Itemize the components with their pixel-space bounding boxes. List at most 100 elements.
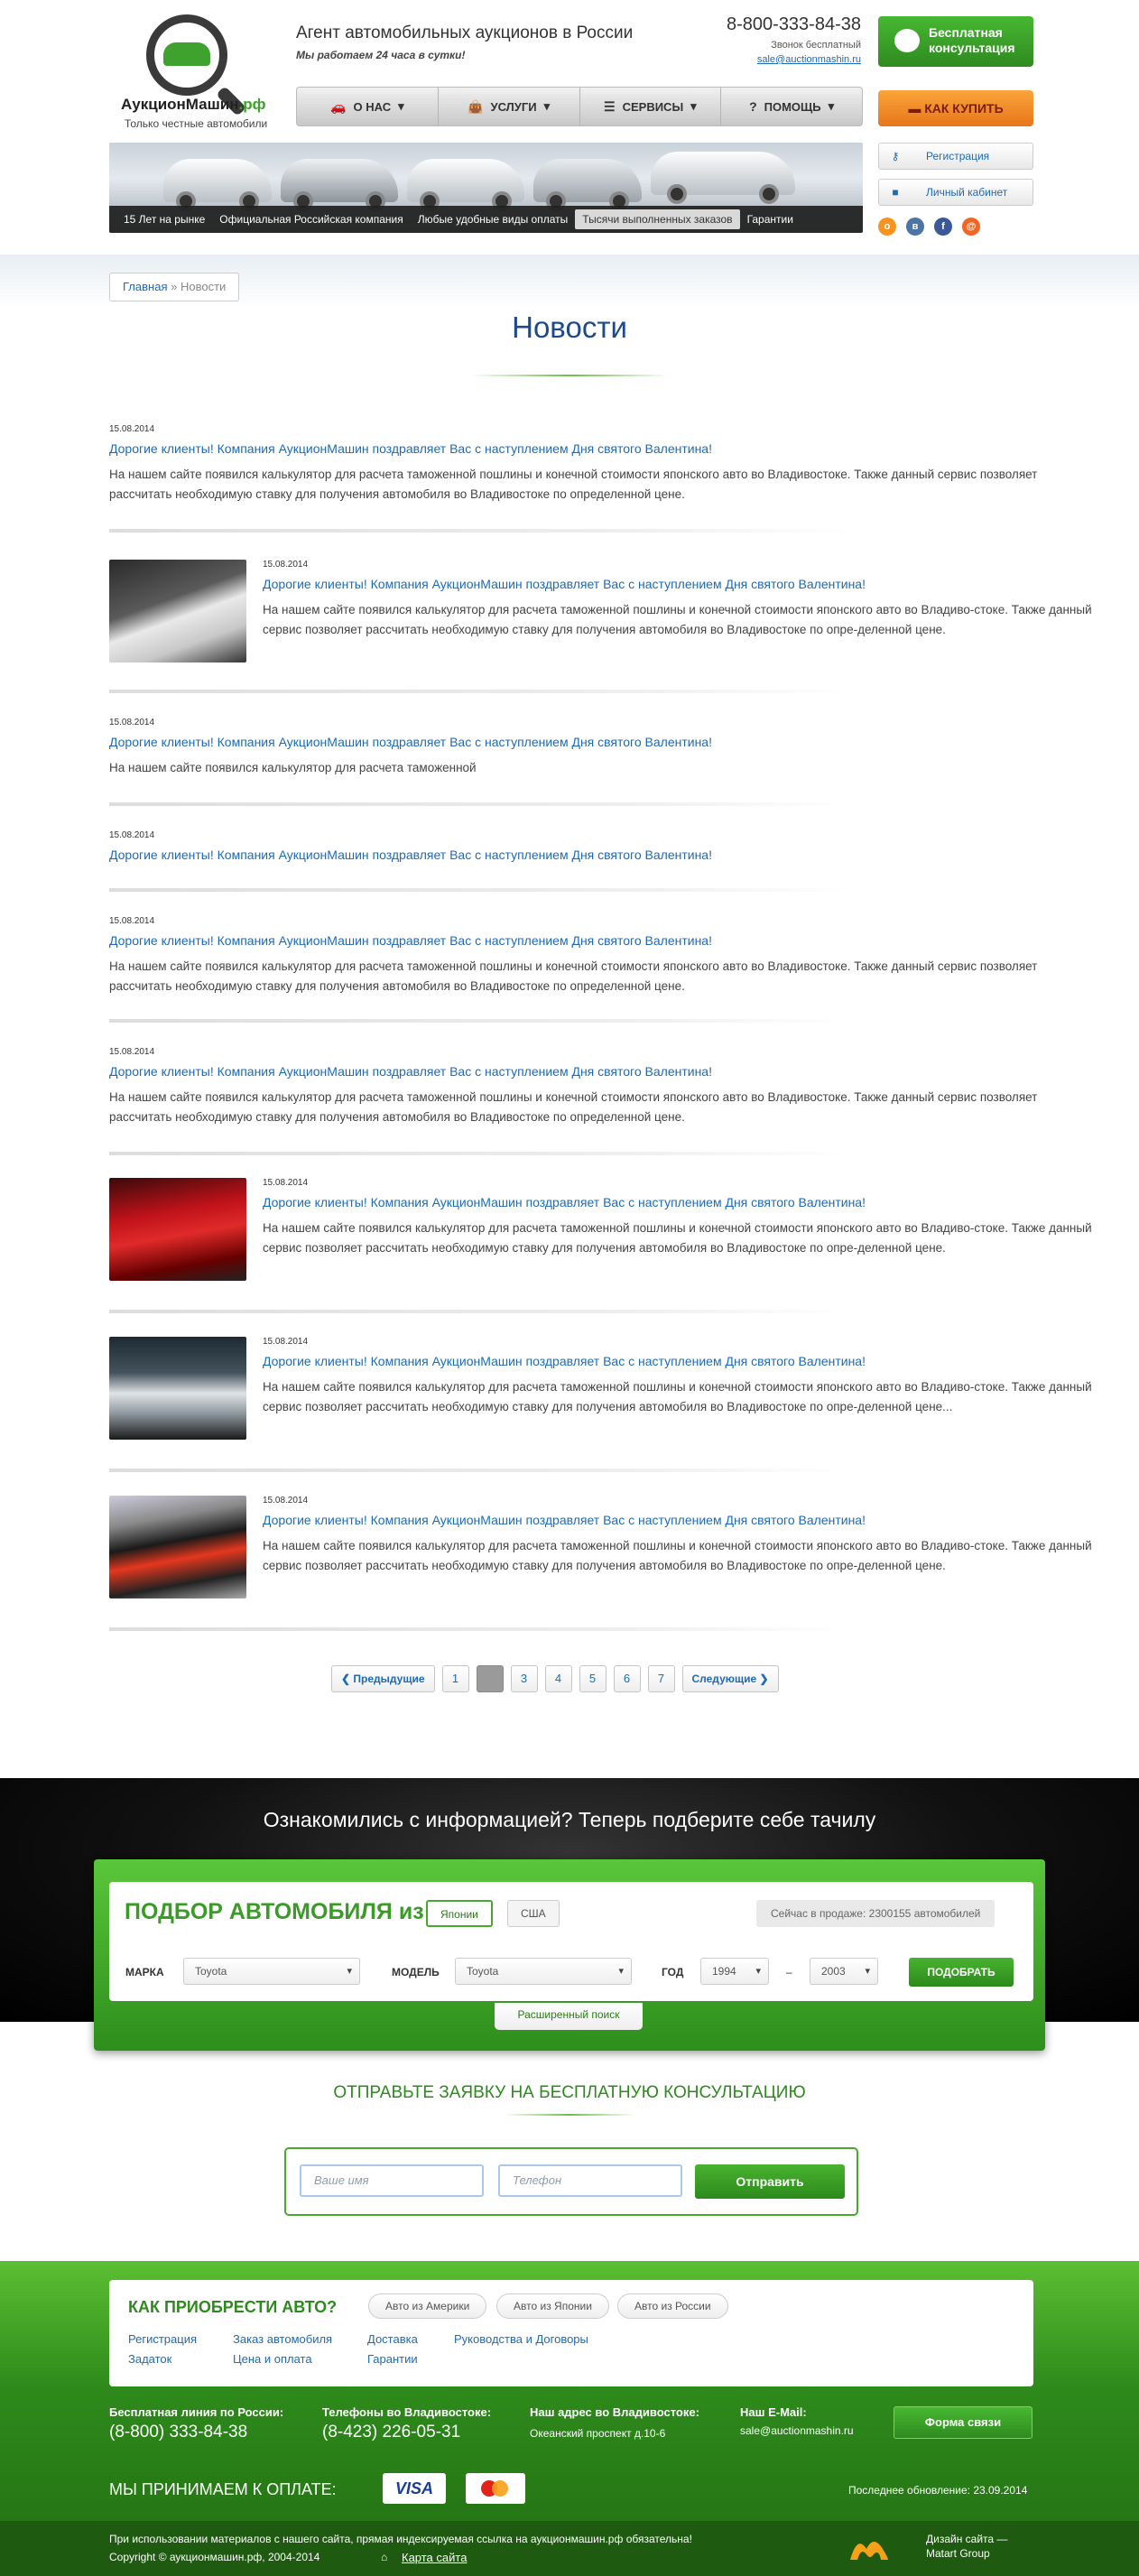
page-link[interactable]: 4: [544, 1665, 572, 1692]
banner-tab[interactable]: Любые удобные виды оплаты: [411, 206, 576, 233]
news-divider: [109, 1627, 849, 1631]
page-link-current[interactable]: 2: [476, 1665, 504, 1692]
header-phone[interactable]: 8-800-333-84-38: [686, 14, 861, 35]
mailru-icon[interactable]: @: [962, 218, 980, 236]
matart-logo-icon[interactable]: [847, 2533, 892, 2563]
russia-cars-button[interactable]: Авто из России: [617, 2293, 728, 2319]
news-divider: [109, 1469, 849, 1472]
news-title-link[interactable]: Дорогие клиенты! Компания АукционМашин п…: [109, 933, 1039, 948]
advanced-search-link[interactable]: Расширенный поиск: [495, 2003, 643, 2030]
banner-tab-active[interactable]: Тысячи выполненных заказов: [575, 209, 740, 229]
vk-icon[interactable]: в: [906, 218, 924, 236]
name-input[interactable]: Ваше имя: [300, 2164, 484, 2197]
register-button[interactable]: ⚷ Регистрация: [878, 143, 1033, 170]
news-thumbnail[interactable]: [109, 560, 246, 663]
footer-link[interactable]: Доставка: [367, 2332, 418, 2346]
footer-link[interactable]: Задаток: [128, 2352, 171, 2366]
news-title-link[interactable]: Дорогие клиенты! Компания АукционМашин п…: [263, 577, 1129, 591]
help-icon: ?: [749, 99, 757, 114]
news-thumbnail[interactable]: [109, 1178, 246, 1281]
banner-tab[interactable]: Гарантии: [740, 206, 801, 233]
send-button[interactable]: Отправить: [695, 2164, 845, 2199]
nav-item-about[interactable]: 🚗 О НАС ▾: [297, 88, 439, 125]
footer-link[interactable]: Гарантии: [367, 2352, 418, 2366]
last-updated: Последнее обновление: 23.09.2014: [848, 2484, 1028, 2497]
make-select[interactable]: Toyota: [183, 1958, 360, 1985]
news-title-link[interactable]: Дорогие клиенты! Компания АукционМашин п…: [263, 1513, 1129, 1527]
free-line-label: Бесплатная линия по России:: [109, 2405, 284, 2419]
year-label: ГОД: [662, 1966, 684, 1978]
header-email-link[interactable]: sale@auctionmashin.ru: [686, 54, 861, 65]
page-link[interactable]: 5: [579, 1665, 607, 1692]
next-page-button[interactable]: Следующие ❯: [681, 1665, 779, 1692]
key-icon: ⚷: [891, 150, 900, 162]
sitemap-link[interactable]: Карта сайта: [402, 2551, 467, 2564]
list-icon: ☰: [604, 98, 616, 114]
breadcrumb-home-link[interactable]: Главная: [123, 280, 167, 293]
nav-item-tools[interactable]: ☰ СЕРВИСЫ ▾: [580, 88, 722, 125]
usa-cars-button[interactable]: Авто из Америки: [368, 2293, 487, 2319]
year-range-dash: –: [786, 1966, 792, 1978]
page-link[interactable]: 7: [647, 1665, 675, 1692]
footer-link[interactable]: Заказ автомобиля: [233, 2332, 332, 2346]
chevron-right-icon: ❯: [756, 1673, 769, 1685]
find-car-button[interactable]: ПОДОБРАТЬ: [909, 1958, 1014, 1987]
cabinet-button[interactable]: ■ Личный кабинет: [878, 179, 1033, 206]
footer-link[interactable]: Цена и оплата: [233, 2352, 312, 2366]
news-divider: [109, 690, 849, 693]
news-title-link[interactable]: Дорогие клиенты! Компания АукционМашин п…: [109, 441, 1039, 456]
banner-car-image: [533, 159, 642, 211]
free-consult-button[interactable]: Бесплатная консультация: [878, 16, 1033, 67]
how-to-buy-button[interactable]: ▬ КАК КУПИТЬ: [878, 90, 1033, 126]
news-thumbnail[interactable]: [109, 1337, 246, 1440]
model-label: МОДЕЛЬ: [392, 1966, 440, 1978]
sitemap-icon: ⌂: [381, 2551, 388, 2563]
logo-car-icon: [163, 42, 210, 66]
banner-car-image: [163, 159, 272, 211]
year-to-select[interactable]: 2003: [810, 1958, 878, 1985]
designer-credit[interactable]: Дизайн сайта — Matart Group: [926, 2532, 1007, 2561]
contact-form-button[interactable]: Форма связи: [894, 2406, 1033, 2439]
news-title-link[interactable]: Дорогие клиенты! Компания АукционМашин п…: [263, 1195, 1129, 1209]
logo-slogan: Только честные автомобили: [125, 117, 268, 130]
footer-email-link[interactable]: sale@auctionmashin.ru: [740, 2424, 854, 2437]
model-select[interactable]: Toyota: [455, 1958, 632, 1985]
footer-link[interactable]: Регистрация: [128, 2332, 197, 2346]
chevron-down-icon: ▾: [543, 99, 551, 113]
country-japan-button[interactable]: Японии: [426, 1900, 493, 1927]
site-tagline: Агент автомобильных аукционов в России: [296, 23, 634, 42]
news-title-link[interactable]: Дорогие клиенты! Компания АукционМашин п…: [263, 1354, 1129, 1368]
japan-cars-button[interactable]: Авто из Японии: [496, 2293, 609, 2319]
news-divider: [109, 802, 849, 806]
news-thumbnail[interactable]: [109, 1496, 246, 1598]
news-date: 15.08.2014: [263, 1178, 309, 1188]
free-line-phone[interactable]: (8-800) 333-84-38: [109, 2423, 247, 2442]
odnoklassniki-icon[interactable]: о: [878, 218, 896, 236]
title-divider: [469, 375, 670, 376]
page-link[interactable]: 6: [613, 1665, 641, 1692]
bag-icon: 👜: [468, 98, 484, 114]
page-link[interactable]: 1: [441, 1665, 469, 1692]
page-link[interactable]: 3: [510, 1665, 538, 1692]
nav-item-help[interactable]: ? ПОМОЩЬ ▾: [721, 88, 862, 125]
car-icon: ▬: [908, 101, 925, 116]
news-title-link[interactable]: Дорогие клиенты! Компания АукционМашин п…: [109, 1064, 1039, 1079]
news-title-link[interactable]: Дорогие клиенты! Компания АукционМашин п…: [109, 848, 1039, 862]
prev-page-button[interactable]: ❮ Предыдущие: [331, 1665, 435, 1692]
news-divider: [109, 1152, 849, 1155]
news-text: На нашем сайте появился калькулятор для …: [263, 1539, 1092, 1572]
footer-link[interactable]: Руководства и Договоры: [454, 2332, 588, 2346]
news-date: 15.08.2014: [109, 424, 155, 434]
banner-tab[interactable]: Официальная Российская компания: [212, 206, 410, 233]
nav-item-services[interactable]: 👜 УСЛУГИ ▾: [439, 88, 580, 125]
logo-name[interactable]: АукционМашин.рф: [121, 96, 266, 114]
year-from-select[interactable]: 1994: [700, 1958, 769, 1985]
logo-icon[interactable]: [146, 14, 227, 96]
vlad-phone[interactable]: (8-423) 226-05-31: [322, 2423, 460, 2442]
phone-input[interactable]: Телефон: [498, 2164, 682, 2197]
facebook-icon[interactable]: f: [934, 218, 952, 236]
banner-tab[interactable]: 15 Лет на рынке: [116, 206, 212, 233]
news-title-link[interactable]: Дорогие клиенты! Компания АукционМашин п…: [109, 735, 1039, 749]
free-call-note: Звонок бесплатный: [771, 40, 861, 51]
country-usa-button[interactable]: США: [507, 1900, 560, 1927]
